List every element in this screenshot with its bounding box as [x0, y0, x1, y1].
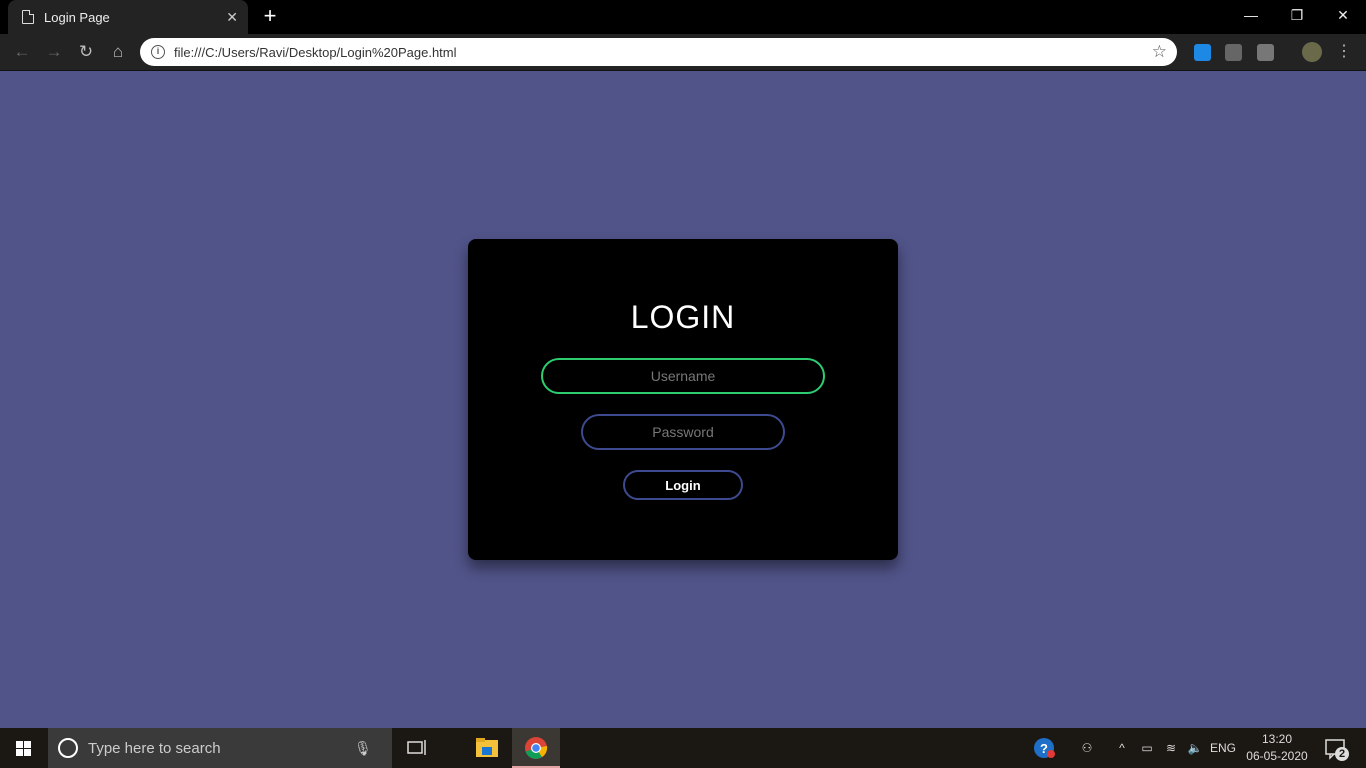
tab-login-page[interactable]: Login Page ✕: [8, 0, 248, 34]
back-arrow-icon[interactable]: ←: [10, 40, 34, 64]
folder-icon: [476, 738, 498, 757]
bookmark-star-icon[interactable]: ☆: [1152, 42, 1167, 62]
windows-taskbar: 🎙 ? ⚇ ^ ▭ ≋ 🔈 ENG 13:20 06-05-2020 2: [0, 728, 1366, 768]
pdf-extension-icon[interactable]: [1225, 44, 1242, 61]
profile-avatar[interactable]: [1302, 42, 1322, 62]
tab-title: Login Page: [44, 9, 110, 25]
extension-icon-blue[interactable]: [1194, 44, 1211, 61]
url-text[interactable]: file:///C:/Users/Ravi/Desktop/Login%20Pa…: [174, 45, 1152, 60]
login-card: LOGIN Login: [468, 239, 898, 560]
wifi-icon[interactable]: ≋: [1161, 728, 1181, 768]
notification-count: 2: [1338, 748, 1346, 760]
login-heading: LOGIN: [630, 299, 736, 335]
microphone-icon[interactable]: 🎙: [354, 740, 372, 757]
taskbar-search-input[interactable]: [88, 739, 348, 757]
clock-date: 06-05-2020: [1246, 749, 1308, 763]
info-icon[interactable]: i: [151, 45, 165, 59]
task-view-icon: [407, 740, 426, 755]
login-button[interactable]: Login: [623, 470, 743, 500]
tab-close-icon[interactable]: ✕: [226, 9, 238, 26]
home-icon[interactable]: ⌂: [106, 40, 130, 64]
people-icon[interactable]: ⚇: [1076, 728, 1098, 768]
address-bar[interactable]: i file:///C:/Users/Ravi/Desktop/Login%20…: [140, 38, 1177, 66]
minimize-button[interactable]: —: [1228, 0, 1274, 30]
script-extension-icon[interactable]: [1257, 44, 1274, 61]
chrome-icon: [525, 737, 548, 759]
browser-toolbar: ← → ↻ ⌂ i file:///C:/Users/Ravi/Desktop/…: [0, 34, 1366, 71]
username-input[interactable]: [541, 358, 825, 394]
svg-text:?: ?: [1040, 741, 1048, 756]
show-hidden-icons-chevron[interactable]: ^: [1112, 728, 1132, 768]
task-view-button[interactable]: [392, 728, 440, 768]
reload-icon[interactable]: ↻: [74, 40, 98, 64]
browser-tab-strip: Login Page ✕ + — ❐ ✕: [0, 0, 1366, 34]
battery-icon[interactable]: ▭: [1137, 728, 1157, 768]
close-window-button[interactable]: ✕: [1320, 0, 1366, 30]
file-explorer-button[interactable]: [462, 728, 510, 768]
menu-kebab-icon[interactable]: ⋮: [1332, 40, 1356, 64]
forward-arrow-icon[interactable]: →: [42, 40, 66, 64]
clock-time: 13:20: [1261, 732, 1293, 746]
page-icon: [22, 10, 34, 24]
taskbar-search[interactable]: 🎙: [48, 728, 392, 768]
restore-button[interactable]: ❐: [1274, 0, 1320, 30]
language-indicator[interactable]: ENG: [1208, 728, 1238, 768]
cortana-icon: [58, 738, 78, 758]
page-background: LOGIN Login: [0, 71, 1366, 728]
volume-icon[interactable]: 🔈: [1185, 728, 1205, 768]
help-icon[interactable]: ?: [1032, 728, 1056, 768]
windows-logo-icon: [16, 741, 32, 756]
password-input[interactable]: [581, 414, 785, 450]
new-tab-button[interactable]: +: [258, 4, 282, 28]
start-button[interactable]: [0, 728, 48, 768]
system-clock[interactable]: 13:20 06-05-2020: [1242, 731, 1312, 765]
chrome-taskbar-button[interactable]: [512, 728, 560, 768]
action-center-button[interactable]: 2: [1320, 728, 1360, 768]
